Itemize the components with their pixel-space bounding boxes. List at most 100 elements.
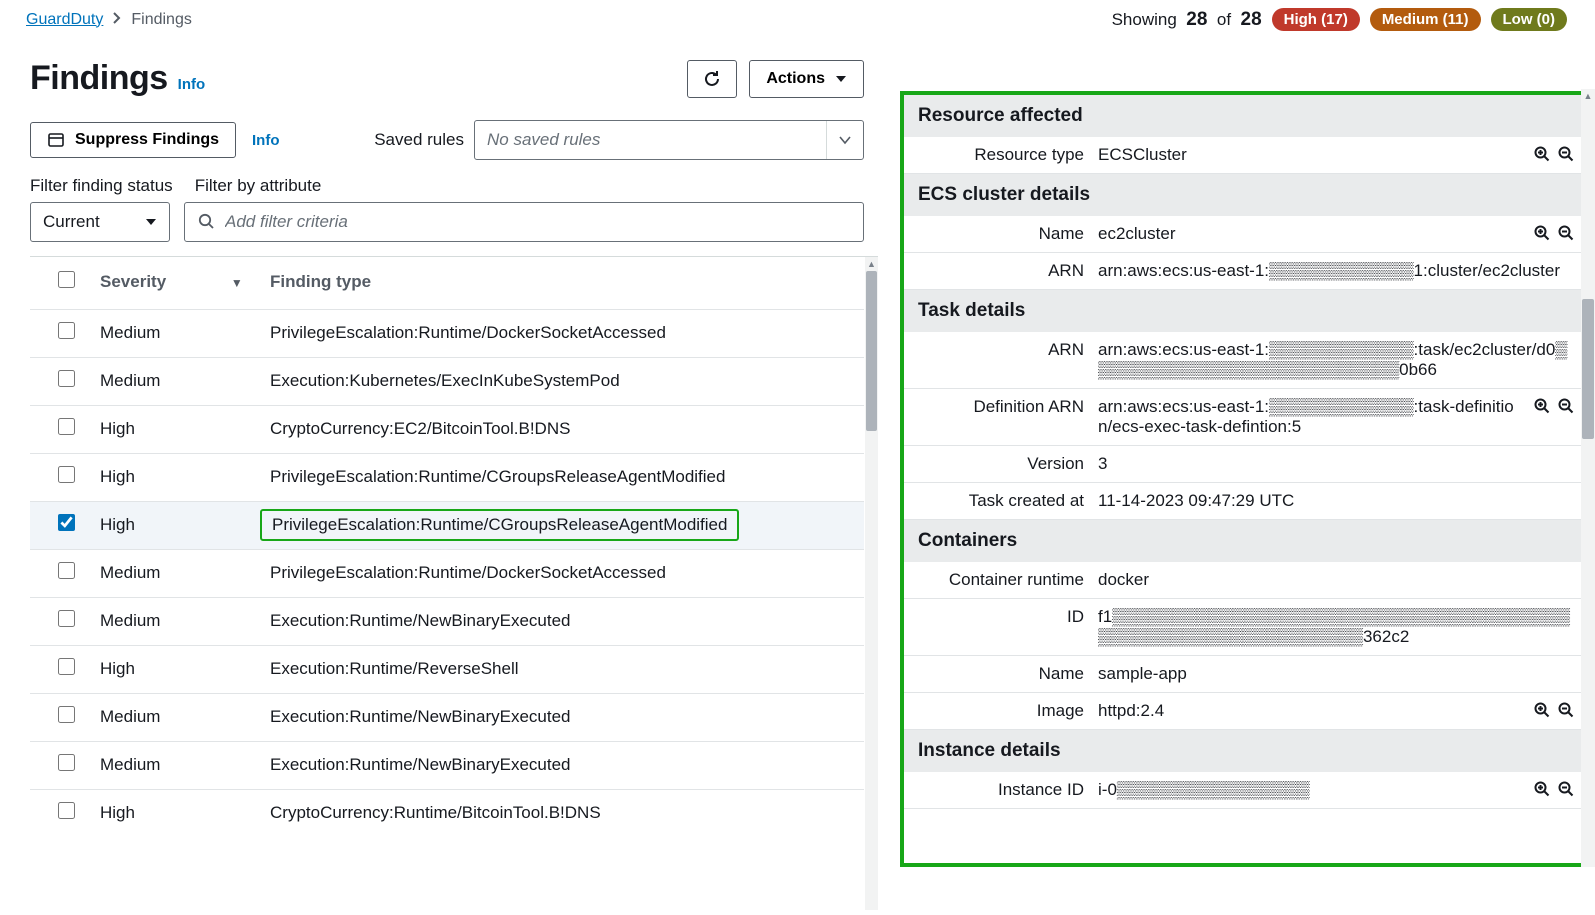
row-checkbox[interactable] — [58, 418, 75, 435]
finding-type-cell: CryptoCurrency:EC2/BitcoinTool.B!DNS — [260, 406, 864, 454]
detail-value: docker — [1094, 562, 1581, 598]
zoom-out-icon[interactable] — [1557, 780, 1575, 798]
suppress-findings-button[interactable]: Suppress Findings — [30, 122, 236, 158]
details-scrollbar[interactable]: ▲ — [1581, 89, 1595, 867]
scroll-up-icon[interactable]: ▲ — [865, 257, 878, 271]
zoom-in-icon[interactable] — [1533, 224, 1551, 242]
detail-row: IDf1▒▒▒▒▒▒▒▒▒▒▒▒▒▒▒▒▒▒▒▒▒▒▒▒▒▒▒▒▒▒▒▒▒▒▒▒… — [904, 599, 1581, 656]
table-row[interactable]: HighPrivilegeEscalation:Runtime/CGroupsR… — [30, 454, 864, 502]
section-heading: Resource affected — [904, 95, 1581, 137]
zoom-in-icon[interactable] — [1533, 701, 1551, 719]
badge-medium[interactable]: Medium (11) — [1370, 8, 1481, 31]
zoom-out-icon[interactable] — [1557, 224, 1575, 242]
chevron-down-icon — [826, 121, 851, 159]
breadcrumb-current: Findings — [131, 11, 191, 29]
zoom-out-icon[interactable] — [1557, 397, 1575, 415]
scroll-up-icon[interactable]: ▲ — [1581, 89, 1595, 103]
detail-value: 11-14-2023 09:47:29 UTC — [1094, 483, 1581, 519]
info-link[interactable]: Info — [178, 76, 206, 93]
detail-key: Image — [904, 693, 1094, 729]
finding-type-cell: PrivilegeEscalation:Runtime/DockerSocket… — [260, 310, 864, 358]
table-row[interactable]: MediumExecution:Runtime/NewBinaryExecute… — [30, 694, 864, 742]
refresh-button[interactable] — [687, 60, 737, 98]
showing-count: Showing 28 of 28 — [1112, 9, 1262, 31]
row-checkbox[interactable] — [58, 370, 75, 387]
suppress-icon — [47, 131, 65, 149]
page-title: Findings — [30, 59, 168, 98]
severity-cell: Medium — [90, 598, 260, 646]
table-row[interactable]: MediumExecution:Runtime/NewBinaryExecute… — [30, 598, 864, 646]
detail-key: Name — [904, 216, 1094, 252]
row-checkbox[interactable] — [58, 610, 75, 627]
zoom-in-icon[interactable] — [1533, 145, 1551, 163]
row-checkbox[interactable] — [58, 802, 75, 819]
finding-type-cell: CryptoCurrency:Runtime/BitcoinTool.B!DNS — [260, 790, 864, 838]
row-checkbox[interactable] — [58, 658, 75, 675]
severity-cell: High — [90, 502, 260, 550]
filter-attribute-input-wrap[interactable] — [184, 202, 864, 242]
row-checkbox[interactable] — [58, 706, 75, 723]
detail-value: ec2cluster — [1094, 216, 1581, 252]
filter-attribute-input[interactable] — [225, 212, 851, 232]
detail-key: Instance ID — [904, 772, 1094, 808]
table-row[interactable]: MediumPrivilegeEscalation:Runtime/Docker… — [30, 550, 864, 598]
table-row[interactable]: HighExecution:Runtime/ReverseShell — [30, 646, 864, 694]
detail-row: ARNarn:aws:ecs:us-east-1:▒▒▒▒▒▒▒▒▒▒▒▒:ta… — [904, 332, 1581, 389]
table-row[interactable]: MediumExecution:Runtime/NewBinaryExecute… — [30, 742, 864, 790]
detail-row: ARNarn:aws:ecs:us-east-1:▒▒▒▒▒▒▒▒▒▒▒▒1:c… — [904, 253, 1581, 290]
sort-caret-icon[interactable]: ▼ — [231, 276, 243, 290]
select-all-checkbox[interactable] — [58, 271, 75, 288]
finding-type-cell: Execution:Kubernetes/ExecInKubeSystemPod — [260, 358, 864, 406]
col-severity[interactable]: Severity — [100, 272, 166, 291]
finding-type-cell: PrivilegeEscalation:Runtime/DockerSocket… — [260, 550, 864, 598]
caret-down-icon — [145, 212, 157, 232]
zoom-out-icon[interactable] — [1557, 145, 1575, 163]
table-row[interactable]: MediumExecution:Kubernetes/ExecInKubeSys… — [30, 358, 864, 406]
severity-cell: High — [90, 454, 260, 502]
table-row[interactable]: HighCryptoCurrency:Runtime/BitcoinTool.B… — [30, 790, 864, 838]
detail-row: Definition ARNarn:aws:ecs:us-east-1:▒▒▒▒… — [904, 389, 1581, 446]
detail-row: Namesample-app — [904, 656, 1581, 693]
saved-rules-label: Saved rules — [374, 130, 464, 150]
actions-button[interactable]: Actions — [749, 60, 864, 98]
zoom-in-icon[interactable] — [1533, 780, 1551, 798]
scrollbar[interactable]: ▲ — [865, 257, 878, 910]
row-checkbox[interactable] — [58, 466, 75, 483]
row-checkbox[interactable] — [58, 562, 75, 579]
section-heading: ECS cluster details — [904, 174, 1581, 216]
breadcrumb: GuardDuty Findings — [26, 11, 192, 29]
detail-value: arn:aws:ecs:us-east-1:▒▒▒▒▒▒▒▒▒▒▒▒:task-… — [1094, 389, 1581, 445]
saved-rules-select[interactable]: No saved rules — [474, 120, 864, 160]
filter-status-select[interactable]: Current — [30, 202, 170, 242]
row-checkbox[interactable] — [58, 322, 75, 339]
severity-cell: Medium — [90, 550, 260, 598]
severity-cell: High — [90, 790, 260, 838]
filter-status-value: Current — [43, 212, 100, 232]
col-finding-type[interactable]: Finding type — [260, 257, 864, 310]
table-row[interactable]: HighCryptoCurrency:EC2/BitcoinTool.B!DNS — [30, 406, 864, 454]
caret-down-icon — [835, 74, 847, 84]
detail-row: Resource typeECSCluster — [904, 137, 1581, 174]
zoom-out-icon[interactable] — [1557, 701, 1575, 719]
saved-rules-placeholder: No saved rules — [487, 130, 600, 150]
actions-label: Actions — [766, 70, 825, 88]
severity-cell: Medium — [90, 310, 260, 358]
section-heading: Instance details — [904, 730, 1581, 772]
scrollbar-thumb[interactable] — [1582, 299, 1594, 439]
severity-cell: Medium — [90, 694, 260, 742]
row-checkbox[interactable] — [58, 754, 75, 771]
table-row[interactable]: HighPrivilegeEscalation:Runtime/CGroupsR… — [30, 502, 864, 550]
detail-key: Container runtime — [904, 562, 1094, 598]
zoom-in-icon[interactable] — [1533, 397, 1551, 415]
suppress-info-link[interactable]: Info — [252, 132, 280, 149]
finding-type-cell: Execution:Runtime/NewBinaryExecuted — [260, 694, 864, 742]
table-row[interactable]: MediumPrivilegeEscalation:Runtime/Docker… — [30, 310, 864, 358]
findings-table: Severity ▼ Finding type MediumPrivilegeE… — [30, 257, 864, 837]
badge-high[interactable]: High (17) — [1272, 8, 1360, 31]
severity-cell: Medium — [90, 742, 260, 790]
row-checkbox[interactable] — [58, 514, 75, 531]
scrollbar-thumb[interactable] — [866, 271, 877, 431]
breadcrumb-root[interactable]: GuardDuty — [26, 11, 103, 29]
finding-type-cell: PrivilegeEscalation:Runtime/CGroupsRelea… — [260, 454, 864, 502]
badge-low[interactable]: Low (0) — [1491, 8, 1568, 31]
